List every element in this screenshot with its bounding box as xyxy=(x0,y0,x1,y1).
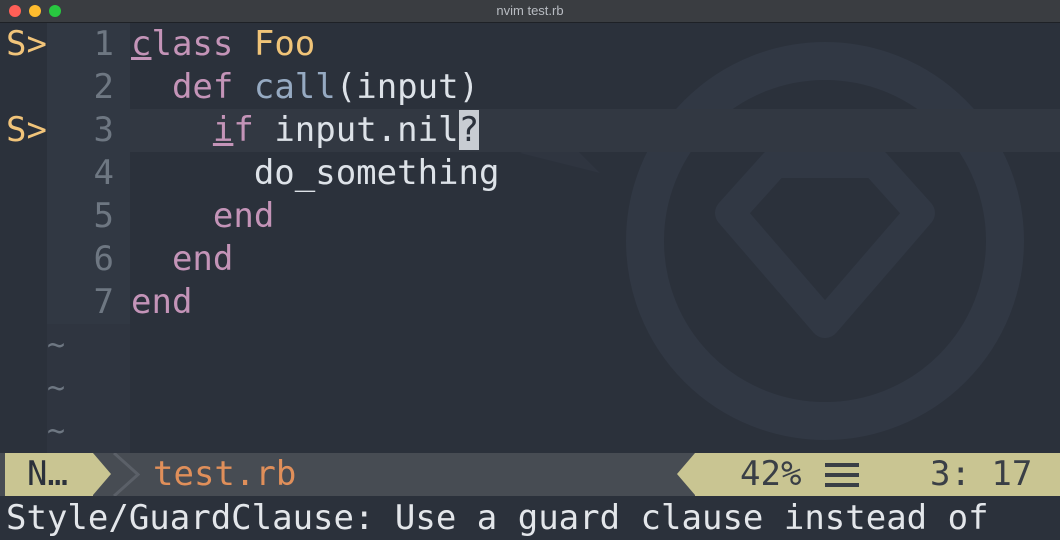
code-token: i xyxy=(212,110,234,150)
scroll-percent: 42% xyxy=(740,454,802,494)
code-token: end xyxy=(212,196,275,236)
line-number: 6 xyxy=(93,239,114,279)
sign-column-marker: S> xyxy=(6,24,47,64)
code-token: def xyxy=(171,67,234,107)
mode-label: N… xyxy=(27,454,68,494)
empty-line-tilde: ~ xyxy=(47,414,66,449)
window-title: nvim test.rb xyxy=(496,3,564,18)
hamburger-icon xyxy=(825,463,859,487)
code-token: Foo xyxy=(253,24,316,64)
code-line[interactable]: 6 end xyxy=(0,238,1060,281)
cursor-position: 3: 17 xyxy=(930,454,1033,494)
line-number: 2 xyxy=(93,67,114,107)
code-text: class Foo xyxy=(131,23,315,66)
title-bar: nvim test.rb xyxy=(0,0,1060,23)
line-number: 1 xyxy=(93,24,114,64)
code-token: c xyxy=(131,24,152,64)
empty-line-tilde: ~ xyxy=(47,371,66,406)
code-line[interactable]: 2 def call(input) xyxy=(0,66,1060,109)
code-token: end xyxy=(171,239,234,279)
code-token: lass xyxy=(151,24,234,64)
command-line-message: Style/GuardClause: Use a guard clause in… xyxy=(6,498,989,538)
code-token: f xyxy=(233,110,254,150)
empty-line-tilde: ~ xyxy=(47,328,66,363)
code-token: do_something xyxy=(131,153,500,193)
code-token: (input) xyxy=(335,67,480,107)
status-line: N… test.rb 42% 3: 17 xyxy=(0,453,1060,496)
line-number: 3 xyxy=(93,110,114,150)
line-number: 7 xyxy=(93,282,114,322)
code-token: input.nil xyxy=(253,110,459,150)
mode-indicator: N… xyxy=(5,453,93,496)
code-text: if input.nil? xyxy=(131,109,480,152)
sign-column-marker: S> xyxy=(6,110,47,150)
line-number: 4 xyxy=(93,153,114,193)
code-line[interactable]: 7 end xyxy=(0,281,1060,324)
filename-label: test.rb xyxy=(153,454,297,494)
right-arrow-separator xyxy=(677,453,695,495)
code-text: end xyxy=(131,281,192,324)
mode-arrow-separator xyxy=(93,453,111,495)
code-line[interactable]: S> 1 class Foo xyxy=(0,23,1060,66)
code-token: end xyxy=(131,282,193,322)
line-number: 5 xyxy=(93,196,114,236)
chevron-right-icon xyxy=(112,453,140,496)
code-line[interactable]: S> 3 if input.nil? xyxy=(0,109,1060,152)
code-line[interactable]: 4 do_something xyxy=(0,152,1060,195)
code-text: end xyxy=(131,195,274,238)
code-line[interactable]: 5 end xyxy=(0,195,1060,238)
code-token: ? xyxy=(458,110,480,150)
editor-buffer[interactable]: S> 1 class Foo 2 def call(input) S> 3 if inpu… xyxy=(0,23,1060,453)
code-token: call xyxy=(253,67,336,107)
code-text: do_something xyxy=(131,152,500,195)
code-text: end xyxy=(131,238,233,281)
code-text: def call(input) xyxy=(131,66,479,109)
